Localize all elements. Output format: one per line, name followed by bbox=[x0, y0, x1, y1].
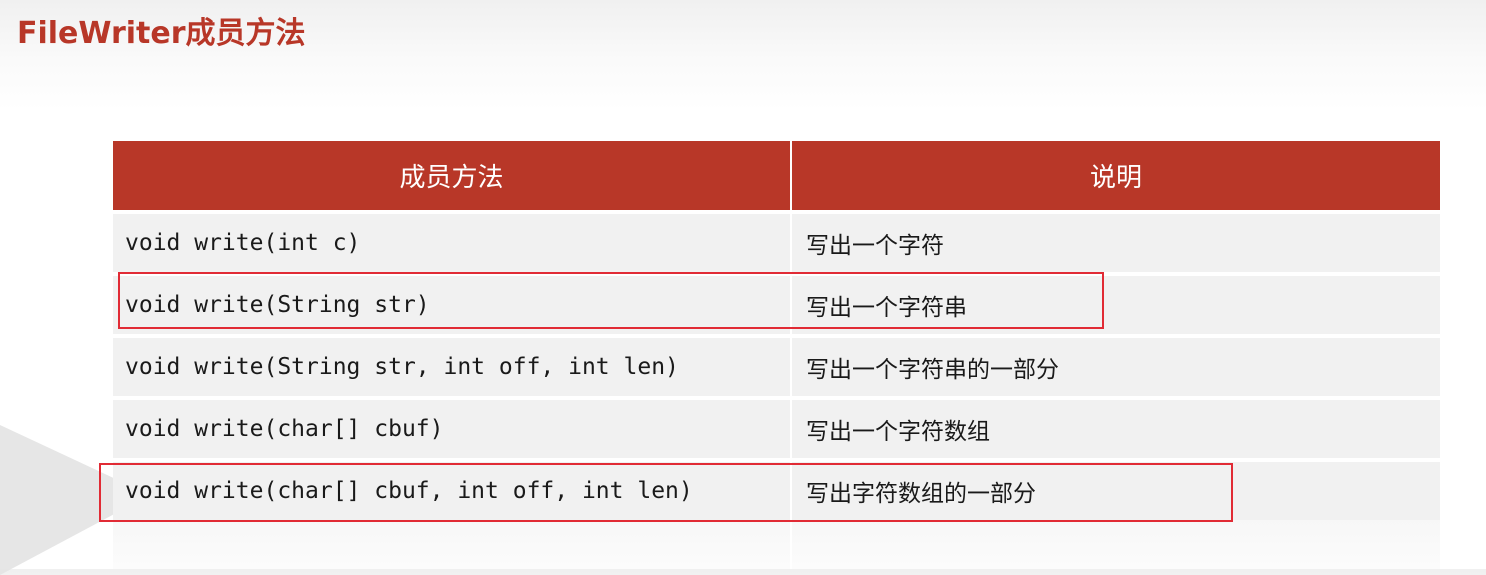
column-divider bbox=[790, 520, 792, 569]
table-header-row: 成员方法 说明 bbox=[113, 141, 1440, 210]
header-description: 说明 bbox=[1089, 163, 1142, 193]
table-header: 成员方法 说明 bbox=[113, 141, 1440, 210]
header-method: 成员方法 bbox=[113, 141, 792, 210]
method-cell: void write(int c) bbox=[113, 214, 792, 272]
table-body: void write(int c) 写出一个字符 void write(Stri… bbox=[113, 214, 1440, 520]
description-cell: 写出一个字符数组 bbox=[806, 419, 990, 445]
table-row: void write(String str, int off, int len)… bbox=[113, 338, 1440, 396]
description-cell: 写出一个字符串的一部分 bbox=[806, 357, 1059, 383]
method-table: 成员方法 说明 void write(int c) 写出一个字符 void wr… bbox=[113, 137, 1440, 524]
description-cell: 写出一个字符串 bbox=[806, 295, 967, 321]
table-row: void write(char[] cbuf) 写出一个字符数组 bbox=[113, 400, 1440, 458]
method-cell: void write(char[] cbuf) bbox=[113, 400, 792, 458]
method-cell: void write(String str) bbox=[113, 276, 792, 334]
table-row: void write(char[] cbuf, int off, int len… bbox=[113, 462, 1440, 520]
method-cell: void write(String str, int off, int len) bbox=[113, 338, 792, 396]
table-empty-area bbox=[113, 520, 1440, 569]
table-row: void write(int c) 写出一个字符 bbox=[113, 214, 1440, 272]
description-cell: 写出字符数组的一部分 bbox=[806, 481, 1036, 507]
table-row: void write(String str) 写出一个字符串 bbox=[113, 276, 1440, 334]
method-cell: void write(char[] cbuf, int off, int len… bbox=[113, 462, 792, 520]
slide-title: FileWriter成员方法 bbox=[17, 16, 306, 51]
description-cell: 写出一个字符 bbox=[806, 233, 944, 259]
